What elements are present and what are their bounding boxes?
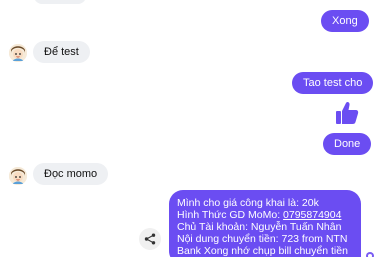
message-bubble-received-partial [34,0,86,4]
message-text: Tao test cho [303,77,363,89]
message-line: Nội dung chuyển tiền: 723 from NTN [177,233,348,245]
avatar-icon [9,167,27,185]
message-text: Xong [332,15,358,27]
message-bubble-sent[interactable]: Tao test cho [292,72,374,94]
avatar[interactable] [9,44,27,62]
message-text: Done [334,138,361,150]
share-button[interactable] [139,228,161,250]
message-bubble-received[interactable]: Để test [33,41,90,63]
message-bubble-received[interactable]: Đọc momo [33,163,109,185]
message-line: Mình cho giá công khai là: 20k [177,197,319,209]
read-receipt-icon [366,252,374,257]
share-icon [144,233,156,245]
message-bubble-sent-long[interactable]: Mình cho giá công khai là: 20k Hình Thức… [169,190,361,257]
avatar-icon [9,44,27,62]
message-text: Đọc momo [44,168,98,180]
chat-thread: Xong Để test Tao test cho Done Đọc momo … [0,0,374,257]
message-bubble-sent[interactable]: Done [323,133,372,155]
message-bubble-sent[interactable]: Xong [321,10,369,32]
phone-link[interactable]: 0795874904 [283,209,341,221]
message-line: Chủ Tài khoản: Nguyễn Tuấn Nhân [177,221,342,233]
thumbs-up-icon [336,101,359,124]
message-text: Để test [44,46,79,58]
message-line-phone: Hình Thức GD MoMo: 0795874904 [177,209,342,221]
message-line: Bank Xong nhớ chụp bill chuyển tiền [177,245,348,257]
avatar[interactable] [9,167,27,185]
like-reaction[interactable] [335,100,359,126]
